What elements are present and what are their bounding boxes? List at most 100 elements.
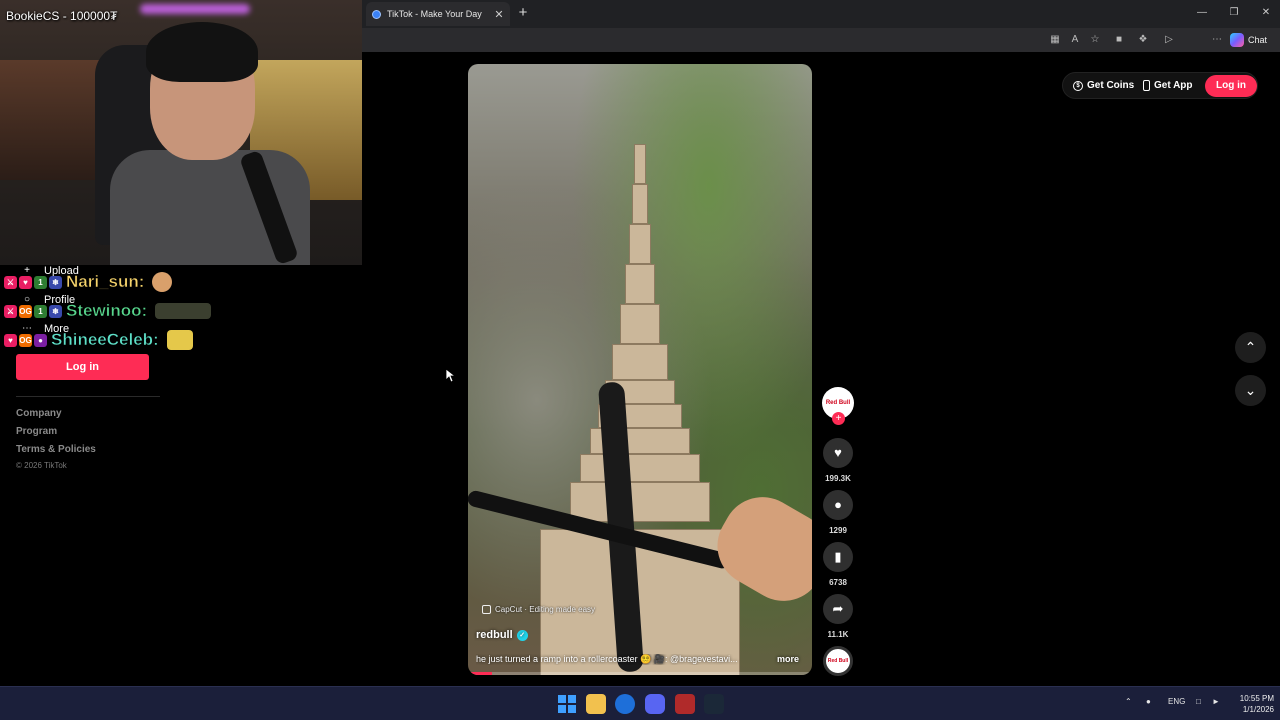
language-indicator[interactable]: ENG	[1168, 697, 1185, 706]
steam-icon[interactable]	[704, 694, 724, 714]
app-icon[interactable]	[675, 694, 695, 714]
capcut-label[interactable]: CapCut · Editing made easy	[482, 605, 595, 614]
chat-username: Nari_sun:	[66, 272, 145, 292]
share-button[interactable]: ➦	[823, 594, 853, 624]
sword-badge-icon: ⚔	[4, 275, 17, 289]
edge-browser-icon[interactable]	[615, 694, 635, 714]
read-aloud-icon[interactable]: A	[1068, 33, 1082, 47]
chat-message: ♥ OG ● ShineeCeleb:	[4, 329, 193, 351]
screen: TikTok - Make Your Day ✕ + — ❐ ✕ ▦ A ☆ ■…	[0, 0, 1280, 720]
heart-badge-icon: ♥	[19, 275, 32, 289]
get-app-label: Get App	[1154, 80, 1193, 91]
chat-username: Stewinoo:	[66, 301, 148, 321]
emote-icon	[152, 272, 173, 292]
divider	[16, 396, 160, 397]
apps-icon[interactable]: ▦	[1048, 33, 1062, 47]
comment-button[interactable]: ●	[823, 490, 853, 520]
close-tab-icon[interactable]: ✕	[492, 8, 506, 21]
discord-icon[interactable]	[645, 694, 665, 714]
emote-icon	[155, 303, 212, 319]
phone-icon	[1143, 80, 1150, 91]
footer-link-terms[interactable]: Terms & Policies	[16, 444, 96, 455]
author-name: redbull	[476, 629, 513, 641]
tray-chevron-icon[interactable]: ⌃	[1125, 697, 1132, 706]
profile-avatar-icon[interactable]	[1186, 33, 1200, 47]
capcut-text: CapCut · Editing made easy	[495, 605, 596, 614]
clock-date: 1/1/2026	[1242, 705, 1274, 714]
og-badge-icon: OG	[19, 333, 32, 347]
header-actions: $ Get Coins Get App Log in	[1062, 72, 1258, 99]
tiktok-favicon-icon	[372, 9, 381, 19]
video-description: he just turned a ramp into a rollercoast…	[476, 654, 738, 664]
share-count: 11.1K	[827, 630, 849, 639]
mask-badge-icon: ●	[34, 333, 47, 347]
sound-disc[interactable]: Red Bull	[823, 646, 853, 676]
verified-icon: ✓	[516, 629, 528, 641]
like-count: 199.3K	[825, 474, 851, 483]
rank-badge-icon: 1	[34, 304, 47, 318]
emote-icon	[166, 330, 193, 350]
streamer	[110, 22, 310, 265]
browser-tab-bar: TikTok - Make Your Day ✕ + — ❐ ✕	[362, 0, 1280, 28]
description-more-link[interactable]: more	[777, 654, 799, 664]
video-progress-bar[interactable]	[468, 672, 812, 675]
chevron-down-icon[interactable]: ⌄	[1235, 375, 1266, 406]
chat-message: ⚔ OG 1 ❄ Stewinoo:	[4, 300, 212, 322]
chat-message: ⚔ ♥ 1 ❄ Nari_sun:	[4, 271, 173, 293]
copilot-chat-button[interactable]: Chat	[1230, 31, 1267, 49]
sword-badge-icon: ⚔	[4, 304, 17, 318]
og-badge-icon: OG	[19, 304, 32, 318]
chat-username: ShineeCeleb:	[51, 330, 159, 350]
chevron-up-icon[interactable]: ⌃	[1235, 332, 1266, 363]
extension-icon[interactable]: ■	[1112, 33, 1126, 47]
coin-icon: $	[1073, 80, 1083, 91]
file-explorer-icon[interactable]	[586, 694, 606, 714]
bookmark-button[interactable]: ▮	[823, 542, 853, 572]
puzzle-icon[interactable]: ❖	[1136, 33, 1150, 47]
rank-badge-icon: 1	[34, 275, 47, 289]
menu-dots-icon[interactable]: ⋯	[1210, 33, 1224, 47]
tiktok-sidebar: + Upload ○ Profile ⋯ More Log in Company…	[0, 265, 200, 685]
tab-title: TikTok - Make Your Day	[387, 9, 482, 19]
stream-title: BookieCS - 100000₮	[6, 9, 118, 23]
new-tab-button[interactable]: +	[514, 4, 532, 22]
windows-taskbar: ⌃ ● ENG □ ► 10:55 PM 1/1/2026	[0, 686, 1280, 720]
footer-link-company[interactable]: Company	[16, 408, 62, 419]
chat-label: Chat	[1248, 35, 1268, 45]
footer-link-program[interactable]: Program	[16, 426, 57, 437]
snowflake-badge-icon: ❄	[49, 304, 62, 318]
favorite-star-icon[interactable]: ☆	[1088, 33, 1102, 47]
capcut-icon	[482, 605, 491, 614]
start-windows-icon[interactable]	[557, 694, 577, 714]
header-login-button[interactable]: Log in	[1205, 75, 1257, 97]
mouse-cursor-icon	[446, 369, 456, 383]
get-app-button[interactable]: Get App	[1143, 80, 1193, 91]
video-progress-fill	[468, 672, 493, 675]
video-actions: Red Bull + ♥ 199.3K ● 1299 ▮ 6738 ➦ 11.1…	[822, 387, 856, 687]
snowflake-badge-icon: ❄	[49, 275, 62, 289]
comment-count: 1299	[829, 526, 847, 535]
video-player[interactable]: CapCut · Editing made easy redbull ✓ he …	[468, 64, 812, 675]
copyright: © 2026 TikTok	[16, 461, 67, 470]
taskbar-clock[interactable]: 10:55 PM 1/1/2026	[1224, 693, 1274, 715]
mic-tray-icon[interactable]: ●	[1146, 697, 1151, 706]
video-author[interactable]: redbull ✓	[476, 629, 528, 641]
clock-time: 10:55 PM	[1239, 694, 1274, 703]
minimize-icon[interactable]: —	[1190, 4, 1214, 22]
network-icon[interactable]: □	[1196, 697, 1201, 706]
get-coins-button[interactable]: $ Get Coins	[1073, 80, 1134, 91]
get-coins-label: Get Coins	[1087, 80, 1135, 91]
bookmark-count: 6738	[829, 578, 847, 587]
follow-plus-icon[interactable]: +	[832, 412, 845, 425]
streamer-webcam: BookieCS - 100000₮	[0, 0, 362, 265]
restore-icon[interactable]: ❐	[1222, 4, 1246, 22]
heart-badge-icon: ♥	[4, 333, 17, 347]
copilot-icon	[1230, 33, 1244, 47]
volume-icon[interactable]: ►	[1212, 697, 1220, 706]
browser-tab[interactable]: TikTok - Make Your Day ✕	[366, 2, 510, 26]
sidebar-login-button[interactable]: Log in	[16, 354, 149, 380]
like-button[interactable]: ♥	[823, 438, 853, 468]
collections-icon[interactable]: ▷	[1162, 33, 1176, 47]
browser-toolbar: ▦ A ☆ ■ ❖ ▷ ⋯ Chat	[362, 28, 1280, 52]
window-close-icon[interactable]: ✕	[1254, 4, 1278, 22]
